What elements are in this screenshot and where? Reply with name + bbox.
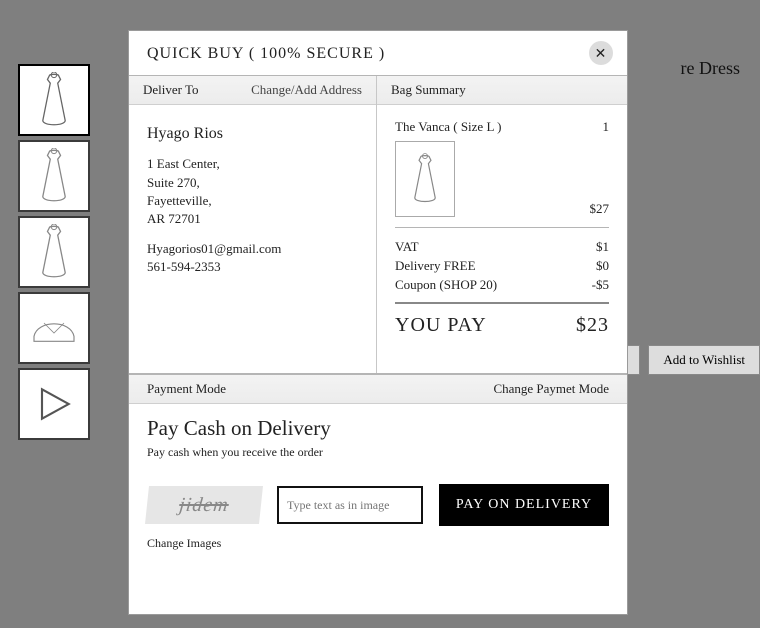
thumbnail-strip [18, 64, 94, 440]
dress-icon [408, 151, 442, 207]
fee-amount: $1 [596, 239, 609, 255]
thumbnail-1[interactable] [18, 64, 90, 136]
change-captcha-link[interactable]: Change Images [147, 536, 221, 551]
deliver-header: Deliver To Change/Add Address [129, 76, 376, 105]
bag-item-name: The Vanca ( Size L ) [395, 119, 501, 135]
captcha-input[interactable] [277, 486, 423, 524]
total-amount: $23 [576, 314, 609, 337]
modal-title: QUICK BUY ( 100% SECURE ) [147, 45, 385, 62]
fee-label: VAT [395, 239, 419, 255]
recipient-name: Hyago Rios [147, 123, 358, 145]
payment-body: Pay Cash on Delivery Pay cash when you r… [129, 404, 627, 566]
bag-header: Bag Summary [377, 76, 627, 105]
address-line: 1 East Center, [147, 155, 358, 173]
payment-title: Pay Cash on Delivery [147, 416, 609, 441]
recipient-phone: 561-594-2353 [147, 258, 358, 276]
fee-amount: -$5 [592, 277, 609, 293]
delivery-address: Hyago Rios 1 East Center, Suite 270, Fay… [129, 105, 376, 277]
total-row: YOU PAY $23 [395, 302, 609, 337]
quick-buy-modal: QUICK BUY ( 100% SECURE ) ✕ Deliver To C… [128, 30, 628, 615]
deliver-header-label: Deliver To [143, 82, 199, 98]
fee-amount: $0 [596, 258, 609, 274]
captcha-image: jidem [145, 486, 263, 524]
bag-item-price: $27 [590, 201, 610, 217]
modal-top: Deliver To Change/Add Address Hyago Rios… [129, 75, 627, 375]
address-block: 1 East Center, Suite 270, Fayetteville, … [147, 155, 358, 228]
payment-header: Payment Mode Change Paymet Mode [129, 375, 627, 404]
bag-item-row: The Vanca ( Size L ) 1 [395, 119, 609, 135]
fee-label: Coupon (SHOP 20) [395, 277, 497, 293]
product-title-fragment: re Dress [681, 58, 740, 79]
payment-header-label: Payment Mode [147, 381, 226, 397]
fee-row: Delivery FREE $0 [395, 258, 609, 274]
dress-icon [34, 72, 74, 128]
play-icon [34, 376, 74, 432]
dress-icon [34, 148, 74, 204]
fee-list: VAT $1 Delivery FREE $0 Coupon (SHOP 20)… [395, 236, 609, 296]
modal-title-bar: QUICK BUY ( 100% SECURE ) ✕ [129, 31, 627, 75]
bag-item-image [395, 141, 455, 217]
close-icon: ✕ [595, 45, 608, 62]
address-line: Fayetteville, [147, 192, 358, 210]
recipient-email: Hyagorios01@gmail.com [147, 240, 358, 258]
thumbnail-video[interactable] [18, 368, 90, 440]
pay-on-delivery-button[interactable]: PAY ON DELIVERY [439, 484, 609, 526]
bag-header-label: Bag Summary [391, 82, 466, 98]
close-button[interactable]: ✕ [589, 41, 613, 65]
bag-summary: The Vanca ( Size L ) 1 $27 VAT $1 [377, 105, 627, 373]
address-line: Suite 270, [147, 174, 358, 192]
thumbnail-4[interactable] [18, 292, 90, 364]
total-label: YOU PAY [395, 314, 487, 337]
add-to-wishlist-button[interactable]: Add to Wishlist [648, 345, 760, 375]
bag-column: Bag Summary The Vanca ( Size L ) 1 $27 V… [377, 76, 627, 373]
divider [395, 227, 609, 228]
change-payment-link[interactable]: Change Paymet Mode [493, 381, 609, 397]
captcha-row: jidem PAY ON DELIVERY [147, 484, 609, 526]
bag-item-qty: 1 [603, 119, 610, 135]
fee-row: VAT $1 [395, 239, 609, 255]
dress-icon [34, 224, 74, 280]
thumbnail-2[interactable] [18, 140, 90, 212]
change-address-link[interactable]: Change/Add Address [251, 82, 362, 98]
fee-row: Coupon (SHOP 20) -$5 [395, 277, 609, 293]
address-line: AR 72701 [147, 210, 358, 228]
thumbnail-3[interactable] [18, 216, 90, 288]
fee-label: Delivery FREE [395, 258, 476, 274]
folded-garment-icon [29, 308, 79, 348]
deliver-column: Deliver To Change/Add Address Hyago Rios… [129, 76, 377, 373]
payment-subtitle: Pay cash when you receive the order [147, 445, 609, 460]
